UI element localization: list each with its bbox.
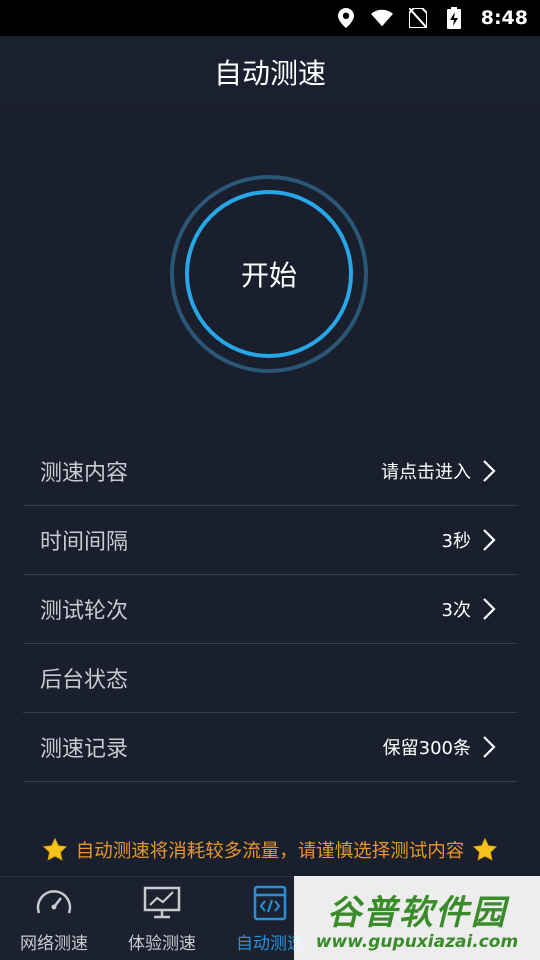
settings-row-records[interactable]: 测速记录 保留300条: [23, 713, 517, 782]
chevron-right-icon: [483, 529, 496, 551]
watermark-overlay: 谷普软件园 www.gupuxiazai.com: [294, 876, 540, 960]
row-value: 3秒: [441, 531, 471, 552]
chevron-right-icon: [483, 460, 496, 482]
chevron-right-icon: [483, 598, 496, 620]
star-icon: [42, 837, 67, 861]
speedometer-icon: [36, 890, 72, 914]
watermark-title: 谷普软件园: [327, 892, 507, 933]
row-label: 测速内容: [40, 461, 129, 486]
page-title: 自动测速: [213, 56, 326, 90]
code-window-icon: [253, 885, 287, 921]
no-sim-icon: [407, 7, 429, 29]
settings-row-content[interactable]: 测速内容 请点击进入: [23, 437, 517, 506]
traffic-warning: 自动测速将消耗较多流量，请谨慎选择测试内容: [0, 834, 540, 866]
star-icon: [473, 837, 498, 861]
row-label: 时间间隔: [40, 530, 129, 555]
settings-row-rounds[interactable]: 测试轮次 3次: [23, 575, 517, 644]
row-value: 请点击进入: [381, 462, 471, 483]
row-value: 保留300条: [382, 738, 471, 759]
row-label: 测速记录: [40, 737, 129, 762]
wifi-icon: [370, 7, 393, 29]
row-label: 测试轮次: [40, 599, 129, 624]
settings-list: 测速内容 请点击进入 时间间隔 3秒 测试轮次 3次 后台状态 测速记录 保留3…: [23, 437, 517, 782]
watermark-url: www.gupuxiazai.com: [315, 931, 519, 952]
status-bar: 8:48: [0, 0, 540, 36]
chevron-right-icon: [483, 736, 496, 758]
monitor-chart-icon: [143, 886, 181, 919]
app-bar: 自动测速: [0, 36, 540, 108]
row-label: 后台状态: [40, 668, 129, 693]
row-value: 3次: [441, 600, 471, 621]
warning-text: 自动测速将消耗较多流量，请谨慎选择测试内容: [75, 841, 465, 862]
settings-row-interval[interactable]: 时间间隔 3秒: [23, 506, 517, 575]
start-button-label: 开始: [240, 259, 297, 292]
nav-network-speed[interactable]: 网络测速: [0, 877, 108, 960]
status-time: 8:48: [480, 7, 528, 29]
location-icon: [335, 7, 357, 29]
start-button-container: 开始: [170, 175, 368, 373]
battery-charging-icon: [443, 7, 465, 29]
start-button[interactable]: 开始: [185, 190, 353, 358]
nav-label: 体验测速: [128, 934, 196, 954]
nav-label: 网络测速: [20, 934, 88, 954]
nav-experience-speed[interactable]: 体验测速: [108, 877, 216, 960]
settings-row-background[interactable]: 后台状态: [23, 644, 517, 713]
